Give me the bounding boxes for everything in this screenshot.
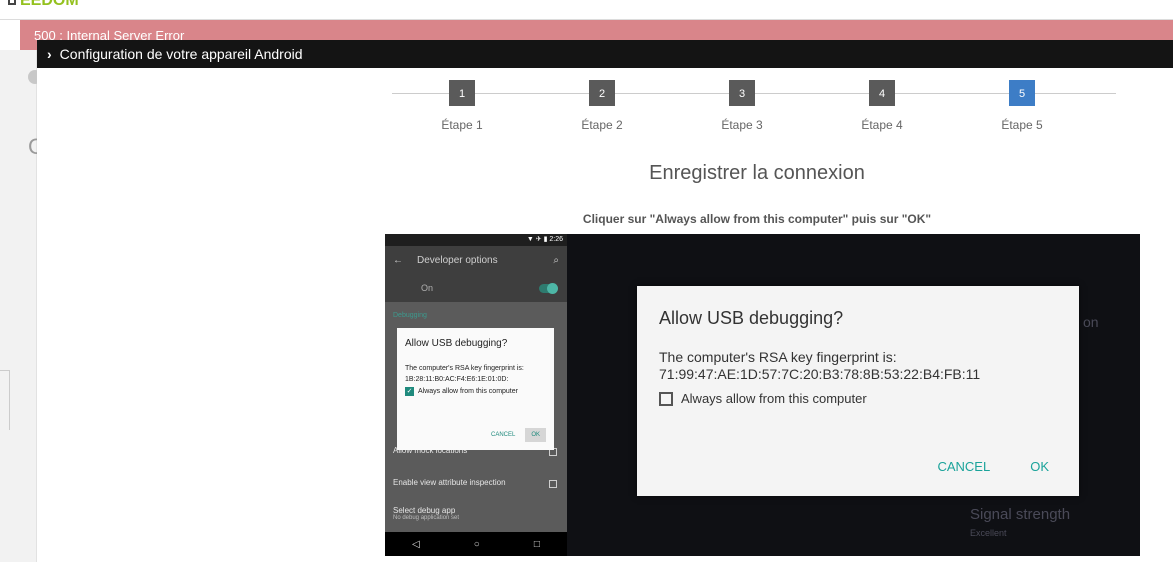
step-label: Étape 2 (581, 118, 623, 132)
app-logo[interactable]: EEDOM (8, 0, 79, 10)
wizard-stepper: 1 Étape 1 2 Étape 2 3 Étape 3 4 Étape 4 … (392, 80, 1116, 140)
android-config-modal: › Configuration de votre appareil Androi… (37, 40, 1173, 562)
instruction-screenshot: ▼ ✈ ▮ 2:26 ← Developer options ⌕ On Debu… (385, 234, 1140, 556)
step-label: Étape 1 (441, 118, 483, 132)
step-3[interactable]: 3 Étape 3 (692, 80, 792, 132)
logo-text: EEDOM (20, 0, 79, 9)
step-number: 2 (589, 80, 615, 106)
phone-appbar-title: Developer options (417, 254, 498, 266)
phone-status-bar: ▼ ✈ ▮ 2:26 (385, 234, 567, 246)
phone-section-label: Debugging (393, 312, 427, 319)
phone-dialog-checkbox-row: ✓ Always allow from this computer (405, 387, 546, 396)
phone-item-title: Enable view attribute inspection (393, 478, 506, 487)
step-instruction: Cliquer sur "Always allow from this comp… (582, 212, 932, 226)
modal-header[interactable]: › Configuration de votre appareil Androi… (37, 40, 1173, 68)
phone-on-label: On (421, 283, 434, 293)
tv-background-text: Excellent (970, 528, 1007, 538)
search-icon: ⌕ (553, 254, 559, 266)
chevron-right-icon: › (47, 46, 52, 62)
step-1[interactable]: 1 Étape 1 (412, 80, 512, 132)
phone-screenshot: ▼ ✈ ▮ 2:26 ← Developer options ⌕ On Debu… (385, 234, 567, 556)
nav-home-icon: ○ (473, 538, 480, 550)
phone-usb-dialog: Allow USB debugging? The computer's RSA … (397, 328, 554, 450)
step-number: 1 (449, 80, 475, 106)
tv-dialog-title: Allow USB debugging? (659, 308, 844, 328)
tv-dialog-actions: CANCEL OK (937, 459, 1049, 474)
nav-back-icon: ◁ (412, 538, 420, 550)
logo-mark-icon (8, 0, 16, 5)
checkbox-icon (549, 480, 557, 488)
tv-dialog-body: The computer's RSA key fingerprint is: (659, 349, 897, 365)
back-arrow-icon: ← (393, 254, 403, 266)
step-heading: Enregistrer la connexion (649, 162, 865, 184)
phone-nav-bar: ◁ ○ □ (385, 532, 567, 556)
phone-dialog-checkbox-label: Always allow from this computer (418, 388, 518, 395)
step-number: 4 (869, 80, 895, 106)
step-label: Étape 5 (1001, 118, 1043, 132)
step-label: Étape 3 (721, 118, 763, 132)
step-5-active[interactable]: 5 Étape 5 (972, 80, 1072, 132)
tv-background-text: Signal strength (970, 506, 1071, 523)
phone-dialog-fingerprint: 1B:28:11:B0:AC:F4:E6:1E:01:0D: (405, 376, 509, 383)
tv-cancel-button: CANCEL (937, 459, 991, 474)
background-table-edge (0, 370, 10, 430)
phone-dialog-body: The computer's RSA key fingerprint is: (405, 365, 524, 372)
toggle-icon (539, 282, 558, 294)
step-label: Étape 4 (861, 118, 903, 132)
top-navbar: EEDOM (0, 0, 1173, 20)
phone-list-item: Enable view attribute inspection (385, 478, 567, 488)
phone-ok-button: OK (525, 428, 546, 442)
step-2[interactable]: 2 Étape 2 (552, 80, 652, 132)
step-number: 5 (1009, 80, 1035, 106)
tv-dialog-checkbox-row: Always allow from this computer (659, 391, 1057, 406)
phone-list-item: Select debug app No debug application se… (385, 506, 567, 521)
phone-item-subtitle: No debug application set (393, 515, 460, 521)
tv-background-text: on (1083, 314, 1099, 330)
step-number: 3 (729, 80, 755, 106)
step-4[interactable]: 4 Étape 4 (832, 80, 932, 132)
phone-dialog-actions: CANCEL OK (487, 428, 546, 442)
checkbox-checked-icon: ✓ (405, 387, 414, 396)
tv-ok-button: OK (1030, 459, 1049, 474)
nav-recents-icon: □ (533, 538, 540, 550)
tv-dialog-checkbox-label: Always allow from this computer (681, 391, 867, 406)
phone-on-row: On (385, 274, 567, 302)
phone-item-title: Select debug app (393, 506, 456, 515)
tv-usb-dialog: Allow USB debugging? The computer's RSA … (637, 286, 1079, 496)
background-page: C (0, 50, 44, 562)
tv-dialog-fingerprint: 71:99:47:AE:1D:57:7C:20:B3:78:8B:53:22:B… (659, 366, 981, 382)
phone-appbar: ← Developer options ⌕ (385, 246, 567, 274)
phone-dialog-title: Allow USB debugging? (405, 338, 508, 349)
modal-title: Configuration de votre appareil Android (59, 46, 303, 62)
checkbox-icon (659, 391, 673, 406)
phone-cancel-button: CANCEL (490, 432, 516, 438)
